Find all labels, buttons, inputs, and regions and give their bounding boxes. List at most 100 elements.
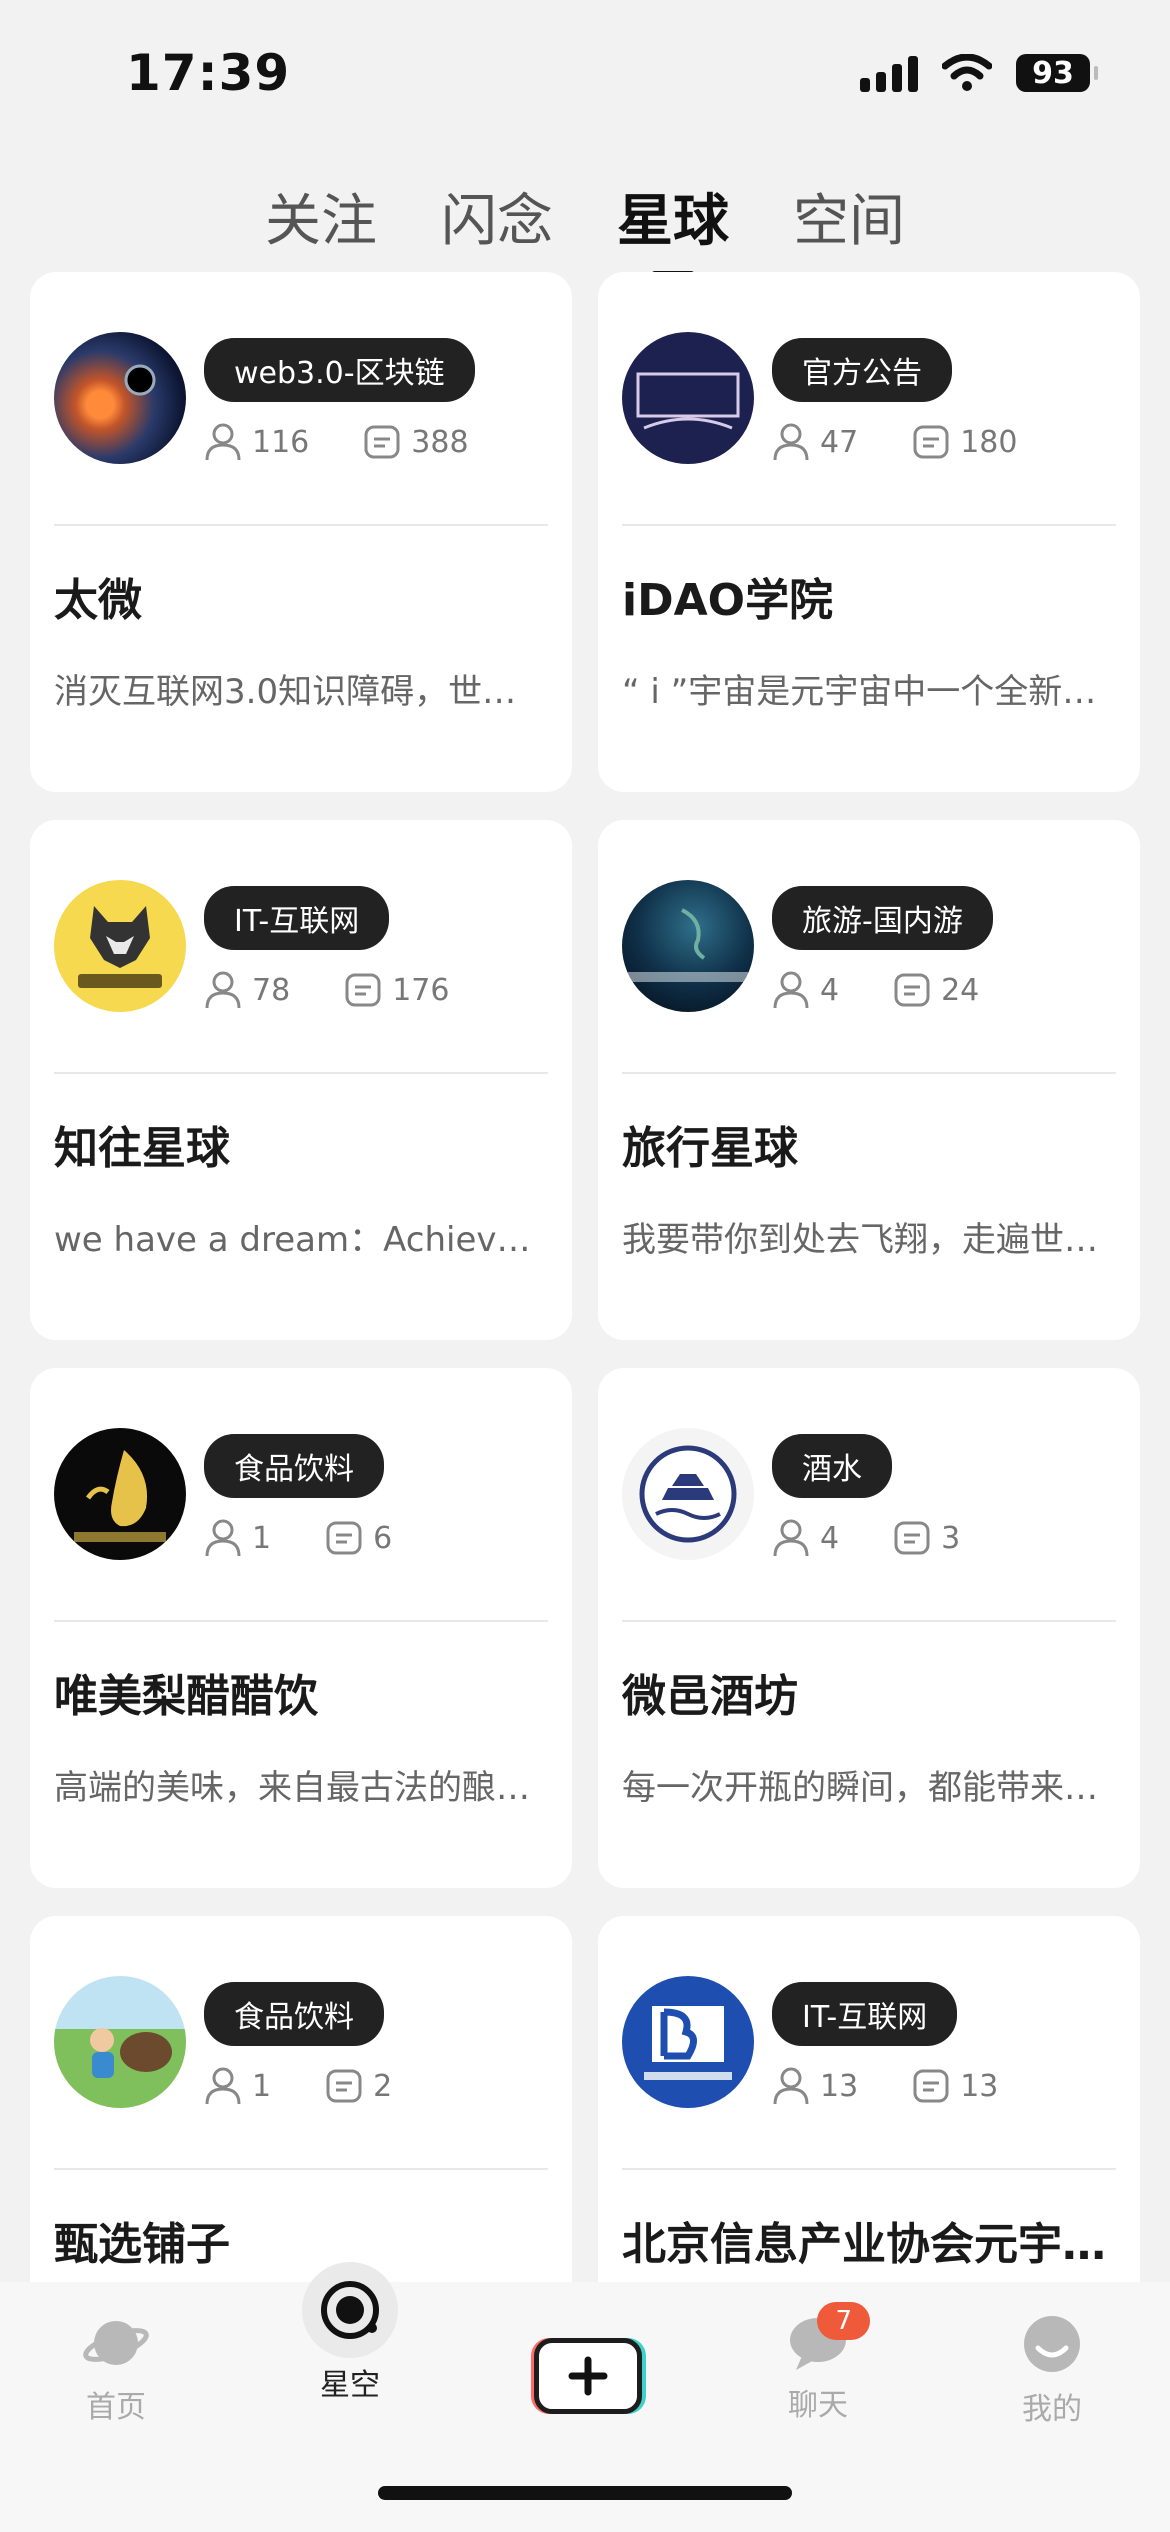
post-count: 3	[941, 1520, 961, 1556]
tab-planet[interactable]: 星球	[617, 176, 729, 279]
planet-name: 唯美梨醋醋饮	[54, 1671, 318, 1722]
planet-avatar	[54, 1428, 186, 1560]
planet-stats: 4 3	[772, 1518, 960, 1558]
post-icon	[913, 425, 949, 459]
planet-description: 高端的美味，来自最古法的酿造工艺	[54, 1768, 548, 1808]
category-badge: IT-互联网	[204, 886, 390, 950]
planet-description: we have a dream：Achieve everything	[54, 1220, 548, 1260]
planet-card[interactable]: 官方公告 47 180 iDAO学院 “ i ”宇宙是元宇宙中一个全新的世界	[598, 272, 1140, 792]
card-divider	[54, 2168, 548, 2170]
card-divider	[54, 1620, 548, 1622]
create-button[interactable]	[534, 2338, 642, 2414]
nav-home[interactable]: 首页	[46, 2312, 186, 2426]
planet-grid: web3.0-区块链 116 388 太微 消灭互联网3.0知识障碍，世界因你而…	[30, 272, 1140, 2436]
category-badge: web3.0-区块链	[204, 338, 475, 402]
post-count: 180	[960, 424, 1018, 460]
card-divider	[622, 2168, 1116, 2170]
planet-name: 知往星球	[54, 1123, 230, 1174]
member-count: 13	[820, 2068, 859, 2104]
planet-card[interactable]: 食品饮料 1 6 唯美梨醋醋饮 高端的美味，来自最古法的酿造工艺	[30, 1368, 572, 1888]
member-icon	[773, 971, 809, 1009]
planet-card[interactable]: web3.0-区块链 116 388 太微 消灭互联网3.0知识障碍，世界因你而…	[30, 272, 572, 792]
post-count: 24	[941, 972, 980, 1008]
planet-name: 甄选铺子	[54, 2219, 230, 2270]
category-badge: 酒水	[772, 1434, 892, 1498]
plus-icon	[568, 2356, 608, 2396]
planet-avatar	[54, 880, 186, 1012]
member-count: 1	[252, 2068, 272, 2104]
planet-avatar	[622, 880, 754, 1012]
member-count: 78	[252, 972, 291, 1008]
nav-me[interactable]: 我的	[982, 2312, 1122, 2428]
planet-avatar	[54, 1976, 186, 2108]
member-icon	[773, 423, 809, 461]
top-tabs: 关注 闪念 星球 空间	[0, 176, 1170, 279]
category-badge: 食品饮料	[204, 1982, 384, 2046]
planet-stats: 13 13	[772, 2066, 998, 2106]
member-icon	[205, 2067, 241, 2105]
post-icon	[894, 1521, 930, 1555]
planet-name: iDAO学院	[622, 575, 834, 626]
tab-flash[interactable]: 闪念	[441, 176, 553, 279]
planet-avatar	[622, 1976, 754, 2108]
card-divider	[622, 1620, 1116, 1622]
card-divider	[54, 524, 548, 526]
planet-stats: 1 6	[204, 1518, 392, 1558]
status-time: 17:39	[126, 44, 291, 102]
tab-space[interactable]: 空间	[793, 176, 905, 279]
planet-card[interactable]: IT-互联网 78 176 知往星球 we have a dream：Achie…	[30, 820, 572, 1340]
wifi-icon	[942, 54, 992, 91]
planet-card[interactable]: 酒水 4 3 微邑酒坊 每一次开瓶的瞬间，都能带来惊喜	[598, 1368, 1140, 1888]
unread-badge: 7	[817, 2302, 870, 2340]
planet-stats: 1 2	[204, 2066, 392, 2106]
planet-avatar	[622, 1428, 754, 1560]
card-divider	[622, 1072, 1116, 1074]
planet-name: 北京信息产业协会元宇宙分会	[622, 2219, 1116, 2270]
planet-description: 消灭互联网3.0知识障碍，世界因你而改变	[54, 672, 548, 712]
post-count: 388	[411, 424, 469, 460]
member-icon	[773, 1519, 809, 1557]
status-bar: 17:39 93	[0, 0, 1170, 150]
cellular-signal-icon	[860, 54, 918, 92]
planet-name: 太微	[54, 575, 142, 626]
member-count: 4	[820, 972, 840, 1008]
member-icon	[205, 423, 241, 461]
category-badge: 旅游-国内游	[772, 886, 993, 950]
planet-stats: 4 24	[772, 970, 979, 1010]
member-count: 116	[252, 424, 310, 460]
post-icon	[326, 2069, 362, 2103]
post-count: 6	[373, 1520, 393, 1556]
member-count: 4	[820, 1520, 840, 1556]
post-icon	[364, 425, 400, 459]
category-badge: 食品饮料	[204, 1434, 384, 1498]
planet-stats: 116 388	[204, 422, 469, 462]
tab-follow[interactable]: 关注	[265, 176, 377, 279]
planet-name: 旅行星球	[622, 1123, 798, 1174]
card-divider	[622, 524, 1116, 526]
planet-card[interactable]: 旅游-国内游 4 24 旅行星球 我要带你到处去飞翔，走遍世界各地	[598, 820, 1140, 1340]
nav-starry[interactable]: 星空	[280, 2260, 420, 2404]
planet-icon	[83, 2321, 149, 2365]
post-count: 176	[392, 972, 450, 1008]
planet-avatar	[622, 332, 754, 464]
planet-description: 我要带你到处去飞翔，走遍世界各地	[622, 1220, 1116, 1260]
category-badge: 官方公告	[772, 338, 952, 402]
member-count: 47	[820, 424, 859, 460]
planet-stats: 47 180	[772, 422, 1017, 462]
nav-chat[interactable]: 7 聊天	[748, 2302, 888, 2424]
post-icon	[326, 1521, 362, 1555]
home-indicator	[378, 2486, 792, 2500]
planet-stats: 78 176	[204, 970, 449, 1010]
planet-avatar	[54, 332, 186, 464]
status-icons: 93	[860, 54, 1098, 92]
post-icon	[894, 973, 930, 1007]
post-icon	[345, 973, 381, 1007]
planet-name: 微邑酒坊	[622, 1671, 798, 1722]
member-count: 1	[252, 1520, 272, 1556]
orbit-icon	[302, 2262, 398, 2358]
card-divider	[54, 1072, 548, 1074]
category-badge: IT-互联网	[772, 1982, 958, 2046]
planet-description: 每一次开瓶的瞬间，都能带来惊喜	[622, 1768, 1116, 1808]
member-icon	[205, 971, 241, 1009]
post-count: 2	[373, 2068, 393, 2104]
